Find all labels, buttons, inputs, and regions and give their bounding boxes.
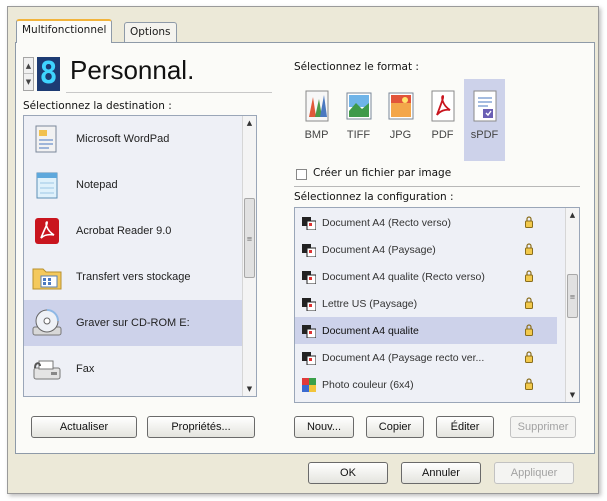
bmp-format-icon — [301, 87, 333, 125]
pdf-format-icon — [427, 87, 459, 125]
copy-button[interactable]: Copier — [366, 416, 424, 438]
one-file-per-image-checkbox[interactable] — [296, 169, 307, 180]
profile-name-underline — [66, 92, 272, 93]
format-jpg[interactable]: JPG — [380, 79, 421, 161]
format-caption: PDF — [431, 129, 454, 141]
format-pdf[interactable]: PDF — [422, 79, 463, 161]
properties-button[interactable]: Propriétés... — [147, 416, 255, 438]
acrobat-icon — [30, 214, 64, 248]
configuration-item-label: Lettre US (Paysage) — [322, 297, 418, 310]
destination-item-label: Notepad — [76, 179, 118, 191]
apply-button[interactable]: Appliquer — [494, 462, 574, 484]
lock-icon — [525, 378, 533, 390]
scroll-thumb[interactable]: ≡ — [567, 274, 578, 318]
destination-item[interactable]: Acrobat Reader 9.0 — [24, 208, 244, 254]
scanner-settings-dialog: Multifonctionnel Options ▲ ▼ 8 Personnal… — [7, 6, 599, 494]
destination-item-label: Transfert vers stockage — [76, 271, 191, 283]
tab-panel: ▲ ▼ 8 Personnal. Sélectionnez la destina… — [15, 42, 595, 454]
format-spdf[interactable]: sPDF — [464, 79, 505, 161]
color-document-icon — [302, 243, 317, 257]
lock-icon — [525, 270, 533, 282]
profile-name: Personnal. — [70, 55, 195, 85]
configuration-item[interactable]: Lettre US (Paysage) — [295, 290, 557, 317]
color-document-icon — [302, 297, 317, 311]
configuration-list[interactable]: Document A4 (Recto verso) Document A4 (P… — [294, 207, 580, 403]
color-document-icon — [302, 216, 317, 230]
configuration-item[interactable]: Document A4 qualite (Recto verso) — [295, 263, 557, 290]
fax-icon — [30, 352, 64, 386]
configuration-scrollbar[interactable]: ▲ ≡ ▼ — [565, 208, 579, 402]
destination-list[interactable]: Microsoft WordPad Notepad Acrobat Reader… — [23, 115, 257, 397]
destination-item-label: Fax — [76, 363, 95, 375]
cancel-button[interactable]: Annuler — [401, 462, 481, 484]
configuration-item-label: Document A4 (Paysage) — [322, 243, 436, 256]
lock-icon — [525, 351, 533, 363]
scroll-thumb[interactable]: ≡ — [244, 198, 255, 278]
new-button[interactable]: Nouv... — [294, 416, 354, 438]
cd-burn-icon — [30, 306, 64, 340]
scroll-up-icon[interactable]: ▲ — [566, 208, 579, 222]
configuration-label: Sélectionnez la configuration : — [294, 191, 454, 203]
destination-item[interactable]: Transfert vers stockage — [24, 254, 244, 300]
format-caption: JPG — [389, 129, 412, 141]
edit-button[interactable]: Éditer — [436, 416, 494, 438]
color-document-icon — [302, 324, 317, 338]
format-bmp[interactable]: BMP — [296, 79, 337, 161]
notepad-icon — [30, 168, 64, 202]
spinner-up-icon[interactable]: ▲ — [24, 58, 33, 74]
destination-scrollbar[interactable]: ▲ ≡ ▼ — [242, 116, 256, 396]
configuration-item[interactable]: Document A4 (Paysage) — [295, 236, 557, 263]
refresh-button[interactable]: Actualiser — [31, 416, 137, 438]
destination-item-label: Microsoft WordPad — [76, 133, 170, 145]
configuration-item[interactable]: Document A4 (Paysage recto ver... — [295, 344, 557, 371]
configuration-item-label: Document A4 qualite — [322, 324, 419, 337]
spdf-format-icon — [469, 87, 501, 125]
destination-item-label: Acrobat Reader 9.0 — [76, 225, 172, 237]
destination-label: Sélectionnez la destination : — [23, 100, 172, 112]
one-file-per-image-label: Créer un fichier par image — [313, 167, 452, 179]
lock-icon — [525, 324, 533, 336]
format-caption: sPDF — [470, 129, 499, 141]
format-caption: BMP — [304, 129, 329, 141]
wordpad-icon — [30, 122, 64, 156]
scroll-down-icon[interactable]: ▼ — [566, 388, 579, 402]
destination-item-label: Graver sur CD-ROM E: — [76, 317, 190, 329]
format-caption: TIFF — [346, 129, 371, 141]
scroll-down-icon[interactable]: ▼ — [243, 382, 256, 396]
configuration-item-label: Document A4 (Paysage recto ver... — [322, 351, 485, 364]
destination-item[interactable]: Graver sur CD-ROM E: — [24, 300, 244, 346]
destination-item[interactable]: Fax — [24, 346, 244, 392]
jpg-format-icon — [385, 87, 417, 125]
configuration-item-label: Photo couleur (6x4) — [322, 378, 414, 391]
profile-number-display: 8 — [37, 57, 60, 91]
format-divider — [294, 186, 580, 187]
storage-folder-icon — [30, 260, 64, 294]
format-tiff[interactable]: TIFF — [338, 79, 379, 161]
lock-icon — [525, 243, 533, 255]
destination-item[interactable]: Microsoft WordPad — [24, 116, 244, 162]
spinner-down-icon[interactable]: ▼ — [24, 74, 33, 90]
configuration-item-label: Document A4 qualite (Recto verso) — [322, 270, 485, 283]
lock-icon — [525, 297, 533, 309]
configuration-item-label: Document A4 (Recto verso) — [322, 216, 451, 229]
configuration-item[interactable]: Document A4 (Recto verso) — [295, 209, 557, 236]
delete-button[interactable]: Supprimer — [510, 416, 576, 438]
profile-spinner[interactable]: ▲ ▼ — [23, 57, 34, 91]
color-document-icon — [302, 270, 317, 284]
tab-multifonctionnel[interactable]: Multifonctionnel — [16, 19, 113, 43]
lock-icon — [525, 216, 533, 228]
destination-item[interactable]: Notepad — [24, 162, 244, 208]
configuration-item[interactable]: Photo couleur (6x4) — [295, 371, 557, 398]
ok-button[interactable]: OK — [308, 462, 388, 484]
tab-options[interactable]: Options — [124, 22, 177, 43]
scroll-up-icon[interactable]: ▲ — [243, 116, 256, 130]
tiff-format-icon — [343, 87, 375, 125]
configuration-item[interactable]: Document A4 qualite — [295, 317, 557, 344]
format-label: Sélectionnez le format : — [294, 61, 419, 73]
color-document-icon — [302, 351, 317, 365]
photo-icon — [302, 377, 316, 392]
